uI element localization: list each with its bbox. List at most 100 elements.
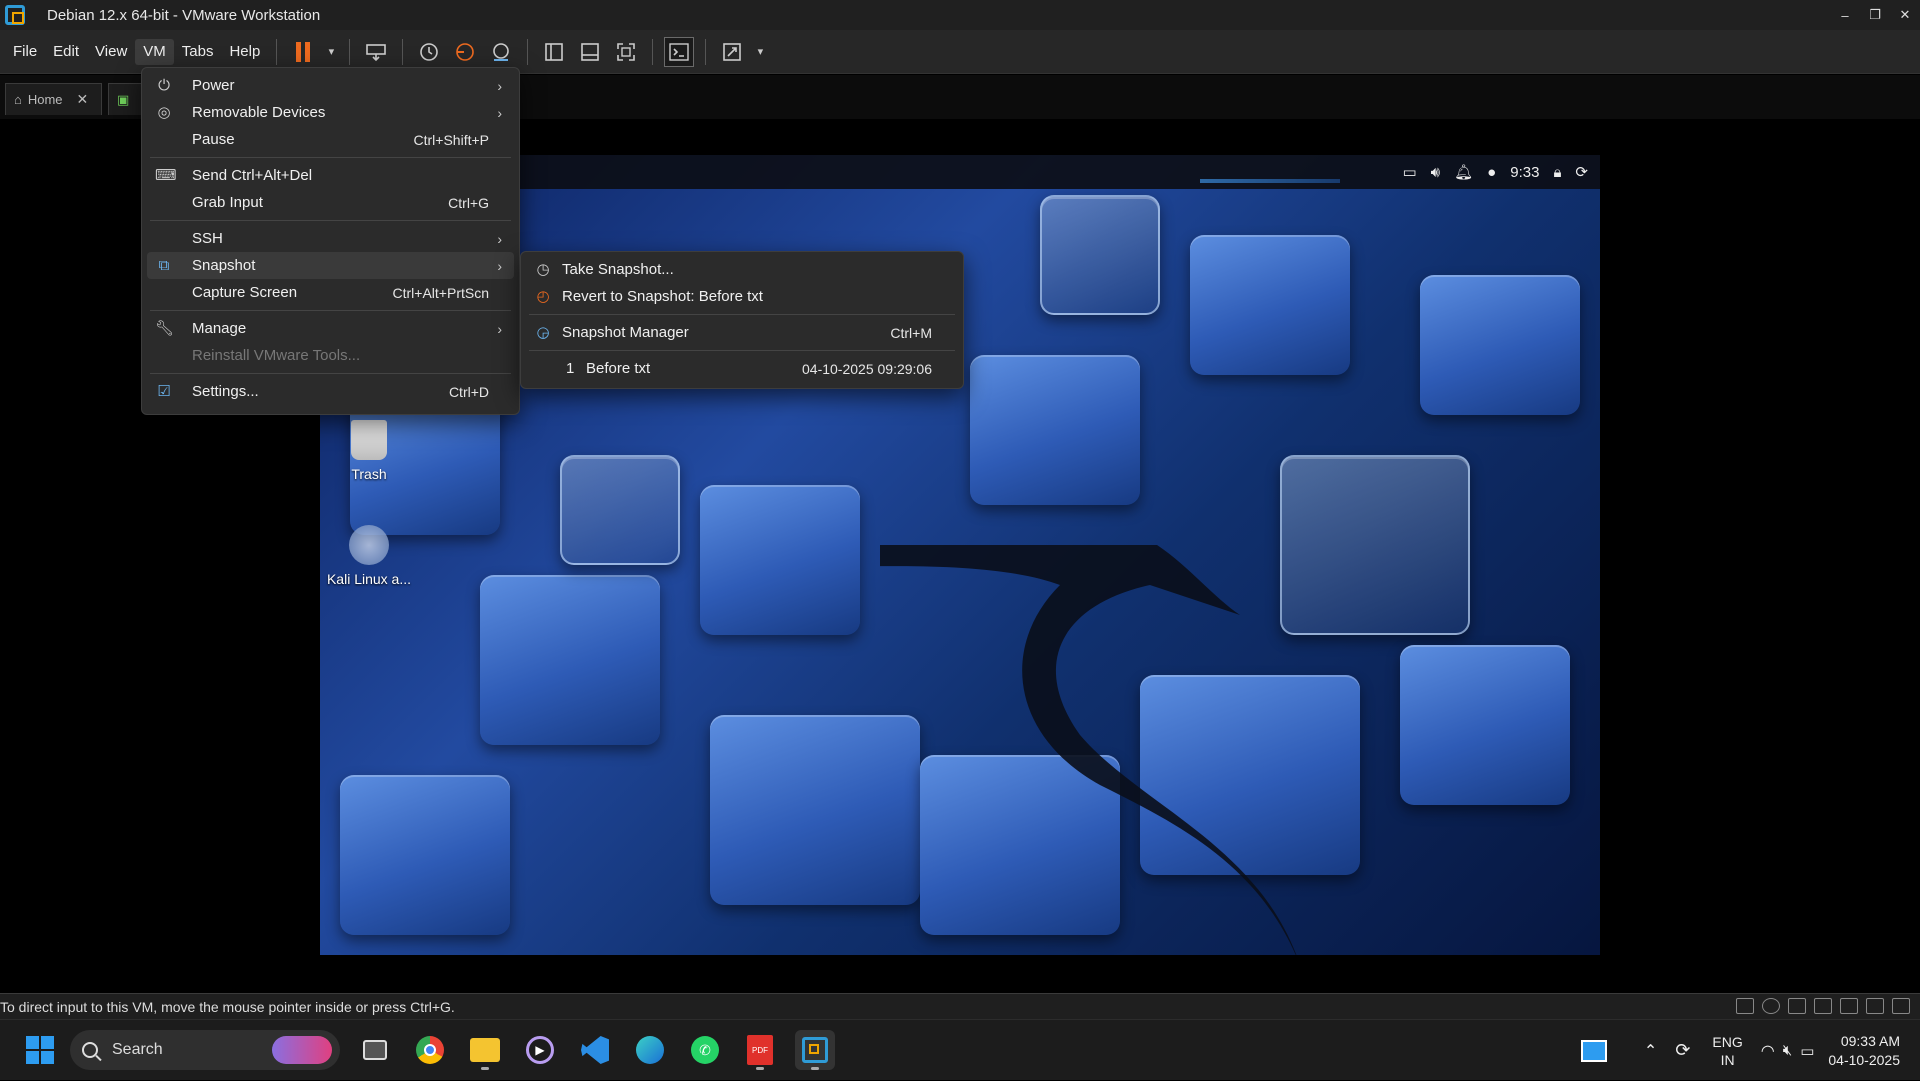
display-status-icon[interactable] bbox=[1866, 998, 1884, 1014]
taskbar-clock[interactable]: 09:33 AM 04-10-2025 bbox=[1828, 1032, 1900, 1070]
vm-tab-icon: ▣ bbox=[117, 91, 130, 107]
guest-clock[interactable]: 9:33 bbox=[1510, 164, 1539, 181]
thumbnail-bar-icon bbox=[581, 42, 600, 61]
media-player-icon[interactable]: ▶ bbox=[520, 1030, 560, 1070]
show-library-button[interactable] bbox=[539, 37, 569, 67]
menu-separator bbox=[529, 314, 955, 315]
hard-disk-icon[interactable] bbox=[1736, 998, 1754, 1014]
menu-item-take-snapshot[interactable]: ◷ Take Snapshot... bbox=[526, 256, 958, 283]
widgets-icon[interactable] bbox=[1574, 1031, 1614, 1071]
logout-icon[interactable]: ⟳ bbox=[1575, 163, 1588, 181]
toolbar-separator bbox=[276, 38, 278, 65]
close-tab-icon[interactable]: ✕ bbox=[77, 91, 89, 108]
message-log-icon[interactable] bbox=[1892, 998, 1910, 1014]
pdf-reader-icon[interactable]: PDF bbox=[740, 1030, 780, 1070]
wallpaper-cube bbox=[700, 485, 860, 635]
taskbar-search[interactable]: Search bbox=[70, 1030, 340, 1070]
snapshot-manager-button[interactable] bbox=[486, 37, 516, 67]
task-view-icon[interactable] bbox=[355, 1030, 395, 1070]
wifi-icon[interactable]: ◠ bbox=[1761, 1041, 1775, 1061]
menu-shortcut: Ctrl+Shift+P bbox=[413, 131, 489, 148]
window-controls: – ❐ ✕ bbox=[1830, 0, 1920, 30]
volume-muted-icon[interactable]: 🔇︎ bbox=[1783, 1042, 1792, 1059]
send-ctrl-alt-del-button[interactable] bbox=[361, 37, 391, 67]
minimize-button[interactable]: – bbox=[1830, 0, 1860, 30]
show-hidden-icons-chevron[interactable]: ⌃ bbox=[1644, 1041, 1657, 1061]
vmware-taskbar-icon[interactable] bbox=[795, 1030, 835, 1070]
restore-button[interactable]: ❐ bbox=[1860, 0, 1890, 30]
trash-icon bbox=[351, 420, 387, 460]
update-icon[interactable]: ● bbox=[1487, 164, 1496, 181]
close-button[interactable]: ✕ bbox=[1890, 0, 1920, 30]
network-icon[interactable] bbox=[1788, 998, 1806, 1014]
lock-icon[interactable]: 🔒︎ bbox=[1553, 164, 1561, 181]
stretch-guest-button[interactable] bbox=[717, 37, 747, 67]
menu-item-snapshot-before-txt[interactable]: 1 Before txt 04-10-2025 09:29:06 bbox=[526, 355, 958, 382]
tab-home[interactable]: ⌂ Home ✕ bbox=[5, 83, 102, 115]
menu-edit[interactable]: Edit bbox=[45, 39, 87, 65]
search-label: Search bbox=[112, 1041, 163, 1058]
menu-item-manage[interactable]: 🔧︎ Manage › bbox=[147, 315, 514, 342]
menu-item-reinstall-vmware-tools: Reinstall VMware Tools... bbox=[147, 342, 514, 369]
menu-shortcut: Ctrl+D bbox=[448, 383, 489, 400]
take-snapshot-button[interactable] bbox=[414, 37, 444, 67]
device-status-icons bbox=[1736, 998, 1910, 1014]
settings-icon: ☑ bbox=[157, 383, 171, 400]
menu-item-label: Revert to Snapshot: Before txt bbox=[562, 288, 763, 305]
language-region: IN bbox=[1720, 1051, 1735, 1068]
notification-bell-icon[interactable]: 🔔︎ bbox=[1454, 163, 1473, 181]
menu-item-ssh[interactable]: SSH › bbox=[147, 225, 514, 252]
menu-view[interactable]: View bbox=[87, 39, 135, 65]
menu-item-snapshot-manager[interactable]: ◶ Snapshot Manager Ctrl+M bbox=[526, 319, 958, 346]
menu-help[interactable]: Help bbox=[221, 39, 268, 65]
menu-item-pause[interactable]: Pause Ctrl+Shift+P bbox=[147, 126, 514, 153]
menu-item-send-ctrl-alt-del[interactable]: ⌨ Send Ctrl+Alt+Del bbox=[147, 162, 514, 189]
sync-icon[interactable]: ⟳ bbox=[1675, 1040, 1690, 1061]
windows-taskbar: Search ▶ ✆ PDF ⌃ ⟳ ENG IN ◠ 🔇︎ ▭ 09:33 A… bbox=[0, 1019, 1920, 1080]
menu-item-power[interactable]: ⏻ Power › bbox=[147, 72, 514, 99]
whatsapp-icon[interactable]: ✆ bbox=[685, 1030, 725, 1070]
menu-item-removable-devices[interactable]: ◎ Removable Devices › bbox=[147, 99, 514, 126]
kali-dragon-logo bbox=[880, 545, 1297, 955]
volume-icon[interactable]: 🔊︎ bbox=[1431, 164, 1440, 181]
menu-item-snapshot[interactable]: ⧉ Snapshot › bbox=[147, 252, 514, 279]
stretch-dropdown-icon[interactable]: ▾ bbox=[753, 37, 767, 67]
menu-separator bbox=[150, 373, 511, 374]
keyboard-icon bbox=[366, 43, 387, 61]
display-icon[interactable]: ▭ bbox=[1402, 163, 1416, 181]
menu-tabs[interactable]: Tabs bbox=[174, 39, 222, 65]
battery-icon[interactable]: ▭ bbox=[1800, 1042, 1814, 1060]
status-bar: To direct input to this VM, move the mou… bbox=[0, 993, 1920, 1019]
terminal-icon bbox=[669, 42, 690, 61]
menu-item-capture-screen[interactable]: Capture Screen Ctrl+Alt+PrtScn bbox=[147, 279, 514, 306]
toolbar-separator bbox=[652, 38, 654, 65]
menu-item-revert-snapshot[interactable]: ◴ Revert to Snapshot: Before txt bbox=[526, 283, 958, 310]
desktop-icon-trash[interactable]: Trash bbox=[320, 420, 424, 482]
wallpaper-glass-cube bbox=[560, 455, 680, 565]
sound-icon[interactable] bbox=[1840, 998, 1858, 1014]
power-icon: ⏻ bbox=[158, 77, 170, 94]
desktop-icon-kali[interactable]: Kali Linux a... bbox=[320, 525, 424, 587]
menu-item-grab-input[interactable]: Grab Input Ctrl+G bbox=[147, 189, 514, 216]
revert-snapshot-button[interactable] bbox=[450, 37, 480, 67]
full-screen-button[interactable] bbox=[611, 37, 641, 67]
menu-file[interactable]: File bbox=[5, 39, 45, 65]
pause-button[interactable] bbox=[288, 37, 318, 67]
usb-icon[interactable] bbox=[1814, 998, 1832, 1014]
pause-dropdown-icon[interactable]: ▾ bbox=[324, 37, 338, 67]
menu-item-settings[interactable]: ☑ Settings... Ctrl+D bbox=[147, 378, 514, 405]
file-explorer-icon[interactable] bbox=[465, 1030, 505, 1070]
show-thumbnail-bar-button[interactable] bbox=[575, 37, 605, 67]
cd-dvd-icon[interactable] bbox=[1762, 998, 1780, 1014]
wrench-icon: 🔧︎ bbox=[155, 320, 175, 337]
language-indicator[interactable]: ENG IN bbox=[1712, 1033, 1742, 1069]
windows-start-icon[interactable] bbox=[26, 1036, 54, 1064]
menu-vm[interactable]: VM bbox=[135, 38, 174, 65]
edge-icon[interactable] bbox=[630, 1030, 670, 1070]
menu-item-label: Snapshot bbox=[192, 257, 256, 274]
vscode-icon[interactable] bbox=[575, 1030, 615, 1070]
keyboard-icon: ⌨ bbox=[155, 167, 177, 184]
chrome-icon[interactable] bbox=[410, 1030, 450, 1070]
kali-app-icon bbox=[349, 525, 389, 565]
console-view-button[interactable] bbox=[664, 36, 695, 67]
